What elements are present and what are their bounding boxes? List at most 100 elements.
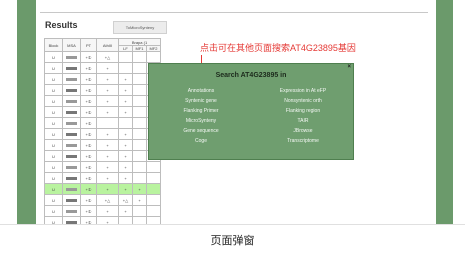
block-cell: U: [44, 194, 63, 206]
athiii-cell[interactable]: +△: [96, 194, 119, 206]
msa-cell[interactable]: [62, 128, 81, 140]
popup-link[interactable]: Nonsyntenic orth: [253, 98, 353, 104]
popup-link[interactable]: Gene sequence: [151, 128, 251, 134]
popup-link[interactable]: TAIR: [253, 118, 353, 124]
pt-cell[interactable]: +①: [80, 150, 97, 162]
pt-cell[interactable]: +①: [80, 216, 97, 224]
athiii-cell[interactable]: +: [96, 205, 119, 217]
msa-cell[interactable]: [62, 117, 81, 129]
msa-cell[interactable]: [62, 205, 81, 217]
mf1-cell: [132, 128, 147, 140]
popup-link-row: Gene sequence JBrowse: [149, 128, 353, 138]
pt-cell[interactable]: +①: [80, 117, 97, 129]
athiii-cell[interactable]: +: [96, 216, 119, 224]
pt-cell[interactable]: +①: [80, 161, 97, 173]
athiii-cell[interactable]: +: [96, 139, 119, 151]
mf1-cell: [132, 172, 147, 184]
block-cell: U: [44, 216, 63, 224]
lf-cell: [118, 117, 133, 129]
msa-cell[interactable]: [62, 51, 81, 63]
pt-cell[interactable]: +①: [80, 172, 97, 184]
popup-link[interactable]: Flanking Primer: [151, 108, 251, 114]
athiii-cell[interactable]: +: [96, 95, 119, 107]
msa-link-icon[interactable]: [66, 143, 77, 147]
block-cell: U: [44, 183, 63, 195]
msa-link-icon[interactable]: [66, 132, 77, 136]
lf-cell: +△: [118, 194, 133, 206]
top-divider: [40, 12, 428, 13]
pt-cell[interactable]: +①: [80, 128, 97, 140]
msa-link-icon[interactable]: [66, 99, 77, 103]
popup-link-row: MicroSynteny TAIR: [149, 118, 353, 128]
athiii-cell[interactable]: +: [96, 150, 119, 162]
mf1-cell: [132, 62, 147, 74]
mf1-cell: [132, 150, 147, 162]
msa-cell[interactable]: [62, 172, 81, 184]
msa-link-icon[interactable]: [66, 55, 77, 59]
pt-cell[interactable]: +①: [80, 51, 97, 63]
tomicrosynteny-button[interactable]: ToMicroSynteny: [113, 21, 167, 34]
pt-cell[interactable]: +①: [80, 84, 97, 96]
msa-link-icon[interactable]: [66, 121, 77, 125]
pt-cell[interactable]: +①: [80, 106, 97, 118]
msa-link-icon[interactable]: [66, 77, 77, 81]
pt-cell[interactable]: +①: [80, 194, 97, 206]
popup-link[interactable]: Syntenic gene: [151, 98, 251, 104]
mf1-cell: [132, 117, 147, 129]
pt-cell[interactable]: +①: [80, 95, 97, 107]
popup-link[interactable]: JBrowse: [253, 128, 353, 134]
athiii-cell[interactable]: +: [96, 161, 119, 173]
athiii-cell[interactable]: +: [96, 84, 119, 96]
msa-link-icon[interactable]: [66, 165, 77, 169]
block-cell: U: [44, 139, 63, 151]
msa-cell[interactable]: [62, 139, 81, 151]
lf-cell: +: [118, 205, 133, 217]
popup-link[interactable]: Annotations: [151, 88, 251, 94]
popup-link[interactable]: Flanking region: [253, 108, 353, 114]
msa-link-icon[interactable]: [66, 66, 77, 70]
msa-link-icon[interactable]: [66, 209, 77, 213]
pt-cell[interactable]: +①: [80, 183, 97, 195]
msa-cell[interactable]: [62, 194, 81, 206]
table-row: U +① + +: [44, 106, 161, 118]
popup-link[interactable]: MicroSynteny: [151, 118, 251, 124]
pt-cell[interactable]: +①: [80, 73, 97, 85]
msa-cell[interactable]: [62, 161, 81, 173]
pt-cell[interactable]: +①: [80, 62, 97, 74]
msa-cell[interactable]: [62, 216, 81, 224]
msa-cell[interactable]: [62, 150, 81, 162]
athiii-cell[interactable]: +△: [96, 51, 119, 63]
screenshot-frame: Results ToMicroSynteny Block MSA PT AthI…: [17, 0, 453, 224]
popup-link[interactable]: Coge: [151, 138, 251, 144]
athiii-cell[interactable]: +: [96, 172, 119, 184]
popup-link-row: Coge Transcriptome: [149, 138, 353, 148]
close-icon[interactable]: ×: [347, 64, 351, 70]
popup-link[interactable]: Expression in At eFP: [253, 88, 353, 94]
msa-cell[interactable]: [62, 84, 81, 96]
msa-cell[interactable]: [62, 106, 81, 118]
msa-cell[interactable]: [62, 62, 81, 74]
athiii-cell[interactable]: +: [96, 106, 119, 118]
popup-title: Search AT4G23895 in: [215, 72, 287, 79]
block-cell: U: [44, 62, 63, 74]
msa-link-icon[interactable]: [66, 176, 77, 180]
msa-link-icon[interactable]: [66, 198, 77, 202]
msa-cell[interactable]: [62, 183, 81, 195]
table-row: U +① + +: [44, 172, 161, 184]
msa-cell[interactable]: [62, 73, 81, 85]
msa-link-icon[interactable]: [66, 110, 77, 114]
block-cell: U: [44, 51, 63, 63]
popup-link-row: Annotations Expression in At eFP: [149, 88, 353, 98]
pt-cell[interactable]: +①: [80, 205, 97, 217]
athiii-cell[interactable]: +: [96, 128, 119, 140]
athiii-cell[interactable]: +: [96, 62, 119, 74]
athiii-cell[interactable]: [96, 117, 119, 129]
msa-link-icon[interactable]: [66, 88, 77, 92]
msa-cell[interactable]: [62, 95, 81, 107]
athiii-cell[interactable]: +: [96, 73, 119, 85]
popup-link[interactable]: Transcriptome: [253, 138, 353, 144]
athiii-cell[interactable]: +: [96, 183, 119, 195]
msa-link-icon[interactable]: [66, 154, 77, 158]
pt-cell[interactable]: +①: [80, 139, 97, 151]
msa-link-icon[interactable]: [66, 187, 77, 191]
